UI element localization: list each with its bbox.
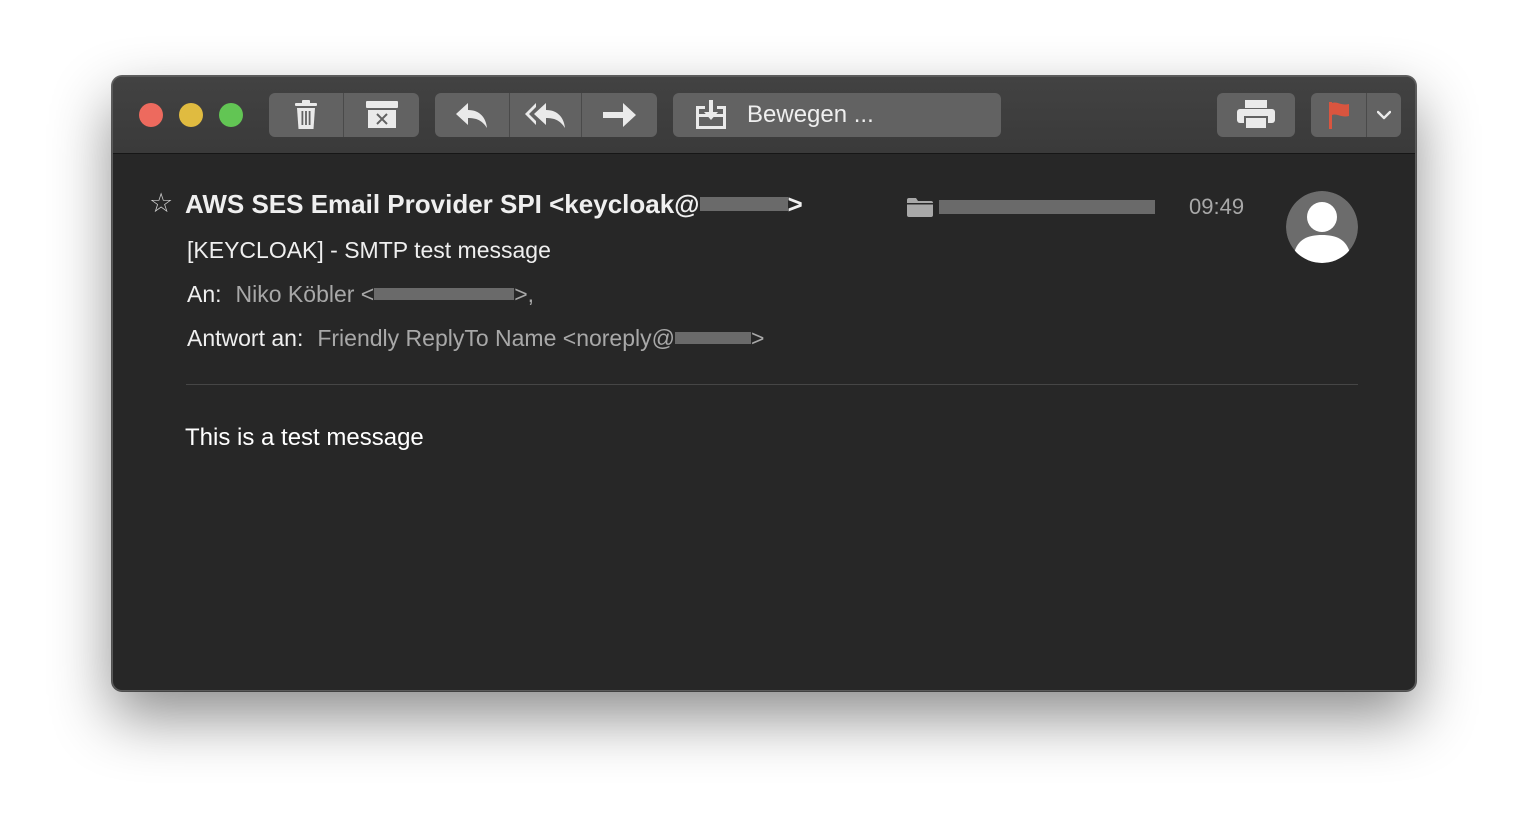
reply-button[interactable] <box>435 93 510 137</box>
folder-icon <box>907 198 933 217</box>
reply-group <box>435 93 657 137</box>
flag-group <box>1311 93 1401 137</box>
star-icon[interactable]: ☆ <box>149 190 173 217</box>
message-body: This is a test message <box>185 424 424 451</box>
forward-button[interactable] <box>582 93 657 137</box>
redacted-address <box>374 288 515 301</box>
mail-window: Bewegen ... ☆ AWS SES Email Provider SPI… <box>112 76 1416 691</box>
redacted-mailbox <box>939 200 1155 214</box>
person-icon <box>1286 191 1358 263</box>
message-view: ☆ AWS SES Email Provider SPI <keycloak@ >… <box>113 154 1415 690</box>
redacted-domain <box>699 197 788 212</box>
message-time: 09:49 <box>1189 194 1245 219</box>
reply-to-row: Antwort an: Friendly ReplyTo Name <norepl… <box>187 325 764 352</box>
to-value[interactable]: Niko Köbler < >, <box>236 281 535 307</box>
move-button[interactable]: Bewegen ... <box>673 93 1001 137</box>
mailbox-label <box>907 197 1155 217</box>
delete-button[interactable] <box>269 93 344 137</box>
print-button[interactable] <box>1217 93 1295 137</box>
flag-icon <box>1328 102 1349 129</box>
close-window-button[interactable] <box>139 103 163 127</box>
to-close: >, <box>514 281 535 307</box>
print-group <box>1217 93 1295 137</box>
reply-to-value[interactable]: Friendly ReplyTo Name <noreply@ > <box>317 325 764 351</box>
sender-text: AWS SES Email Provider SPI <keycloak@ <box>185 189 700 219</box>
flag-button[interactable] <box>1311 93 1367 137</box>
reply-to-label: Antwort an: <box>187 325 304 351</box>
to-label: An: <box>187 281 222 307</box>
reply-to-close: > <box>750 325 765 351</box>
message-subject: [KEYCLOAK] - SMTP test message <box>187 237 551 263</box>
zoom-window-button[interactable] <box>219 103 243 127</box>
toolbar: Bewegen ... <box>113 77 1415 154</box>
sender-close: > <box>787 189 803 219</box>
header-divider <box>186 384 1358 385</box>
chevron-down-icon <box>1377 110 1391 120</box>
move-button-label: Bewegen ... <box>747 101 874 128</box>
minimize-window-button[interactable] <box>179 103 203 127</box>
archive-button[interactable] <box>344 93 419 137</box>
to-name: Niko Köbler < <box>235 281 375 307</box>
reply-all-icon <box>524 103 565 128</box>
redacted-domain <box>674 332 751 345</box>
archive-icon <box>365 101 398 128</box>
trash-icon <box>295 100 317 129</box>
reply-to-text: Friendly ReplyTo Name <noreply@ <box>317 325 675 351</box>
print-icon <box>1237 100 1275 130</box>
avatar <box>1286 191 1358 263</box>
sender[interactable]: AWS SES Email Provider SPI <keycloak@ > <box>185 189 803 220</box>
delete-archive-group <box>269 93 419 137</box>
forward-icon <box>602 103 636 127</box>
flag-menu-button[interactable] <box>1367 93 1401 137</box>
reply-all-button[interactable] <box>510 93 582 137</box>
reply-icon <box>456 103 487 128</box>
move-icon <box>696 100 726 129</box>
to-row: An: Niko Köbler < >, <box>187 281 534 308</box>
